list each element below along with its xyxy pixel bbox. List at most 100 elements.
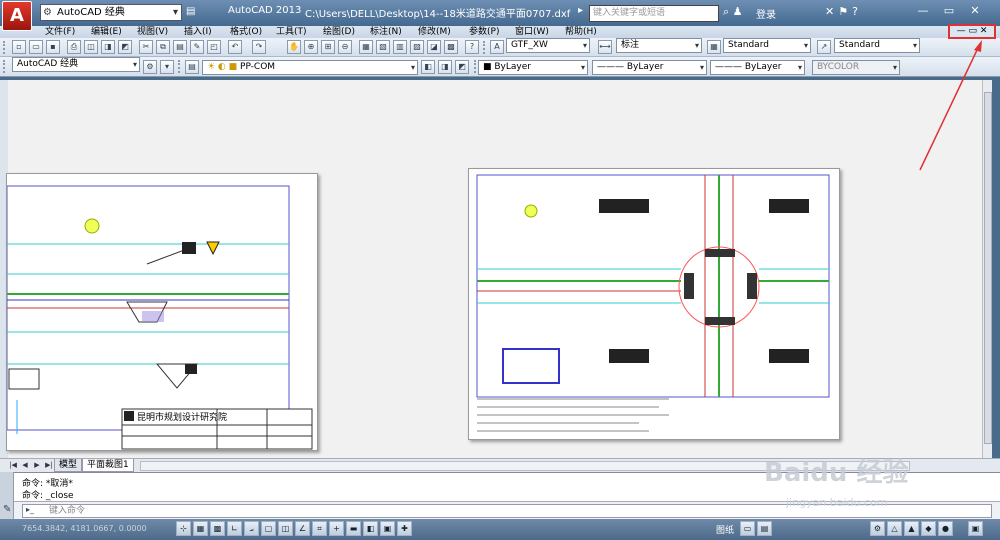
new-file-icon[interactable]: ▫ [12,40,26,54]
layer-previous-icon[interactable]: ◨ [438,60,452,74]
3d-dwf-icon[interactable]: ◩ [118,40,132,54]
help-icon[interactable]: ? [465,40,479,54]
ducs-icon[interactable]: ⌗ [312,521,327,536]
command-window-grip[interactable]: ✎ [0,472,14,520]
clean-screen-icon[interactable]: ▣ [968,521,983,536]
command-prompt-icon[interactable]: ▸_ [26,505,34,514]
menu-draw[interactable]: 绘图(D) [323,26,355,38]
toolbar-grip[interactable] [3,41,6,54]
scroll-thumb[interactable] [984,92,992,444]
grid-icon[interactable]: ▩ [210,521,225,536]
dim-style-icon[interactable]: ⟷ [598,40,612,54]
block-editor-icon[interactable]: ◰ [207,40,221,54]
annotation-scale-icon[interactable]: △ [887,521,902,536]
autocad-logo[interactable]: A [2,1,32,31]
paste-icon[interactable]: ▤ [173,40,187,54]
workspace-lock-icon[interactable]: ▾ [160,60,174,74]
last-tab-icon[interactable]: ▶| [44,460,54,471]
quick-access-toolbar-icon[interactable]: ▤ [186,6,195,17]
next-tab-icon[interactable]: ▶ [32,460,42,471]
hardware-acceleration-icon[interactable]: ◆ [921,521,936,536]
linetype-select[interactable]: ——— ByLayer ▾ [592,60,707,75]
text-style-select[interactable]: GTF_XW ▾ [506,38,590,53]
menu-insert[interactable]: 插入(I) [184,26,212,38]
copy-icon[interactable]: ⧉ [156,40,170,54]
menu-tools[interactable]: 工具(T) [276,26,307,38]
zoom-window-icon[interactable]: ⊞ [321,40,335,54]
color-select[interactable]: ■ ByLayer ▾ [478,60,588,75]
zoom-previous-icon[interactable]: ⊖ [338,40,352,54]
multileader-style-icon[interactable]: ↗ [817,40,831,54]
object-snap-icon[interactable]: ▢ [261,521,276,536]
maximize-button[interactable]: ▭ [936,2,962,20]
layer-states-icon[interactable]: ◩ [455,60,469,74]
wrench-icon[interactable]: ✎ [3,504,11,515]
ortho-icon[interactable]: ∟ [227,521,242,536]
layer-select[interactable]: ☀ ◐ ■ PP-COM ▾ [202,60,418,75]
save-icon[interactable]: ▪ [46,40,60,54]
login-link[interactable]: 登录 [756,6,776,21]
transparency-icon[interactable]: ◧ [363,521,378,536]
quick-view-layouts-icon[interactable]: ▭ [740,521,755,536]
isolate-objects-icon[interactable]: ● [938,521,953,536]
menu-help[interactable]: 帮助(H) [565,26,597,38]
calculator-icon[interactable]: ▩ [444,40,458,54]
markup-icon[interactable]: ◪ [427,40,441,54]
toolbar-grip[interactable] [483,41,486,54]
undo-icon[interactable]: ↶ [228,40,242,54]
selection-cycling-icon[interactable]: ✚ [397,521,412,536]
toolbar-grip[interactable] [3,60,6,73]
workspace-settings-icon[interactable]: ⚙ [143,60,157,74]
menu-window[interactable]: 窗口(W) [515,26,549,38]
paper-model-toggle[interactable]: 图纸 [716,523,734,536]
tab-model[interactable]: 模型 [54,459,83,472]
otrack-icon[interactable]: ∠ [295,521,310,536]
workspace-select[interactable]: AutoCAD 经典 ▾ [12,57,140,72]
first-tab-icon[interactable]: |◀ [8,460,18,471]
menu-modify[interactable]: 修改(M) [418,26,451,38]
menu-dimension[interactable]: 标注(N) [370,26,402,38]
workspace-switcher[interactable]: ⚙ AutoCAD 经典 ▾ [40,4,182,21]
table-style-icon[interactable]: ▦ [707,40,721,54]
table-style-select[interactable]: Standard ▾ [723,38,811,53]
minimize-button[interactable]: — [910,2,936,20]
search-input[interactable]: 键入关键字或短语 [589,5,719,22]
sheet-set-icon[interactable]: ▨ [410,40,424,54]
menu-edit[interactable]: 编辑(E) [91,26,122,38]
lineweight-icon[interactable]: ▬ [346,521,361,536]
3d-osnap-icon[interactable]: ◫ [278,521,293,536]
properties-icon[interactable]: ▦ [359,40,373,54]
design-center-icon[interactable]: ▧ [376,40,390,54]
toolbar-grip[interactable] [474,60,477,73]
workspace-switch-icon[interactable]: ⚙ [870,521,885,536]
tool-palettes-icon[interactable]: ▥ [393,40,407,54]
publish-icon[interactable]: ◨ [101,40,115,54]
prev-tab-icon[interactable]: ◀ [20,460,30,471]
make-current-layer-icon[interactable]: ◧ [421,60,435,74]
close-button[interactable]: ✕ [962,2,988,20]
menu-parametric[interactable]: 参数(P) [469,26,499,38]
menu-view[interactable]: 视图(V) [137,26,168,38]
cart-icon[interactable]: ✕ [825,5,838,18]
text-style-icon[interactable]: A [490,40,504,54]
exchange-icon[interactable]: ⚑ [838,5,852,18]
open-icon[interactable]: ▭ [29,40,43,54]
tab-layout-plan[interactable]: 平面裁图1 [82,459,134,472]
polar-tracking-icon[interactable]: ⦟ [244,521,259,536]
quick-properties-icon[interactable]: ▣ [380,521,395,536]
print-preview-icon[interactable]: ◫ [84,40,98,54]
snap-mode-icon[interactable]: ▦ [193,521,208,536]
binoculars-icon[interactable]: ⌕ [723,5,729,18]
toolbar-grip[interactable] [178,60,181,73]
dynamic-input-icon[interactable]: + [329,521,344,536]
dim-style-select[interactable]: 标注 ▾ [616,38,702,53]
drawing-canvas[interactable]: 昆明市规划设计研究院 [6,80,990,458]
menu-file[interactable]: 文件(F) [45,26,75,38]
zoom-realtime-icon[interactable]: ⊕ [304,40,318,54]
quick-view-drawings-icon[interactable]: ▤ [757,521,772,536]
layer-properties-icon[interactable]: ▤ [185,60,199,74]
help-icon[interactable]: ? [852,5,862,18]
pan-icon[interactable]: ✋ [287,40,301,54]
vertical-scrollbar[interactable] [982,80,992,458]
plotstyle-select[interactable]: BYCOLOR ▾ [812,60,900,75]
